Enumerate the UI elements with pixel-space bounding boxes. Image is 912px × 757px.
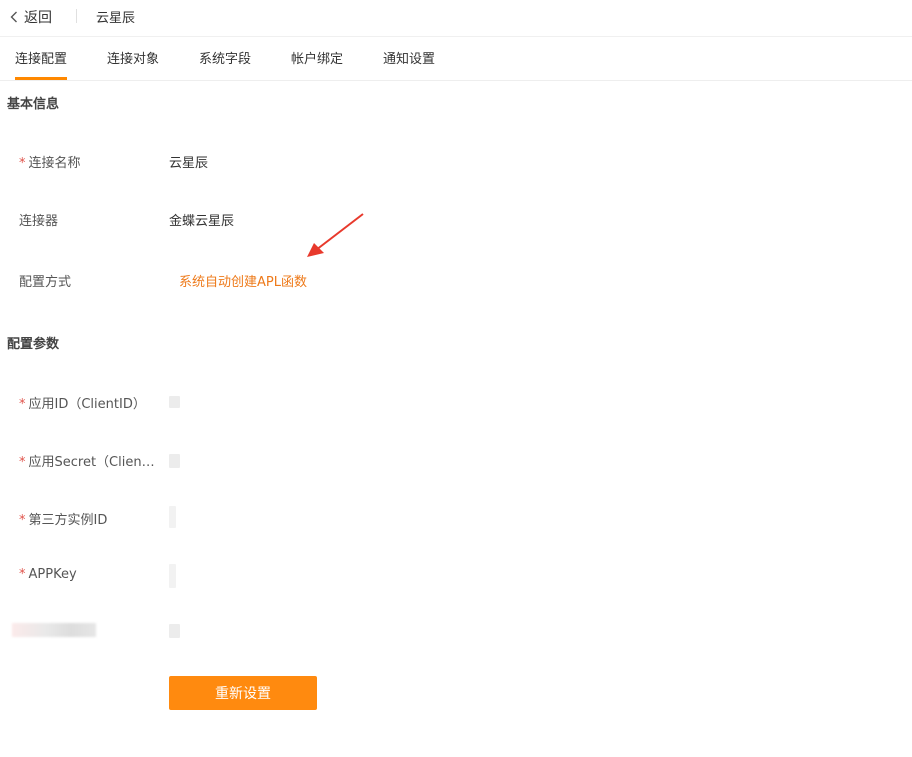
- section-title-basic-info: 基本信息: [7, 97, 60, 112]
- field-label-appkey: * APPKey: [19, 567, 77, 582]
- masked-field-label: [12, 623, 96, 637]
- field-value-config-method[interactable]: 系统自动创建APL函数: [179, 271, 307, 290]
- tab-system-fields[interactable]: 系统字段: [199, 48, 251, 67]
- client-secret-value-masked: [169, 454, 180, 468]
- chevron-left-icon: [10, 11, 17, 23]
- reset-button[interactable]: 重新设置: [169, 676, 317, 710]
- back-label: 返回: [24, 10, 52, 26]
- tab-account-binding[interactable]: 帐户绑定: [291, 48, 343, 67]
- tab-connection-objects[interactable]: 连接对象: [107, 48, 159, 67]
- field-label-connection-name: * 连接名称: [19, 156, 81, 171]
- required-marker: *: [19, 156, 26, 171]
- section-title-config-params: 配置参数: [7, 337, 60, 352]
- active-tab-indicator: [15, 77, 67, 80]
- back-button[interactable]: 返回: [10, 7, 52, 27]
- tab-notification-settings[interactable]: 通知设置: [383, 48, 435, 67]
- top-bar: 返回 云星辰: [0, 0, 912, 37]
- instance-id-value-masked: [169, 506, 176, 528]
- field-label-instance-id: * 第三方实例ID: [19, 513, 108, 528]
- tab-bar: 连接配置 连接对象 系统字段 帐户绑定 通知设置: [0, 37, 912, 81]
- masked-field-value: [169, 624, 180, 638]
- appkey-value-masked: [169, 564, 176, 588]
- field-value-connection-name: 云星辰: [169, 156, 209, 171]
- required-marker: *: [19, 397, 26, 412]
- required-marker: *: [19, 567, 26, 582]
- connection-title: 云星辰: [96, 11, 136, 26]
- field-value-connector: 金蝶云星辰: [169, 214, 235, 229]
- required-marker: *: [19, 455, 26, 470]
- tab-connection-config[interactable]: 连接配置: [15, 48, 67, 67]
- header-divider: [76, 9, 77, 23]
- field-label-client-id: * 应用ID（ClientID）: [19, 397, 146, 412]
- field-label-client-secret: *应用Secret（ClientSecret）: [19, 455, 159, 470]
- field-label-connector: 连接器: [19, 214, 59, 229]
- required-marker: *: [19, 513, 26, 528]
- client-id-value-masked: [169, 396, 180, 408]
- red-arrow-icon: [307, 213, 364, 257]
- field-label-config-method: 配置方式: [19, 275, 72, 290]
